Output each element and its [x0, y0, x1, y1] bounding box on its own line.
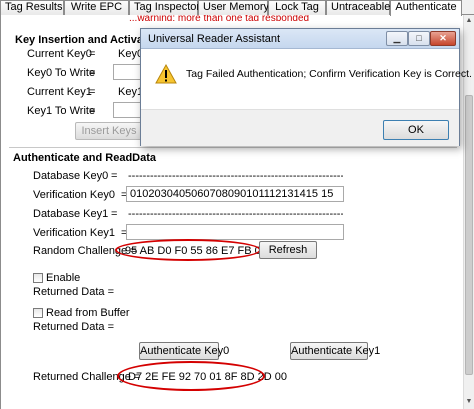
database-key1-eq: = — [111, 208, 118, 220]
tab-lock-tag[interactable]: Lock Tag — [268, 0, 326, 15]
scroll-thumb[interactable] — [465, 95, 473, 375]
close-icon[interactable]: ✕ — [430, 31, 456, 46]
message-dialog: Universal Reader Assistant ▁ □ ✕ Tag Fai… — [140, 28, 472, 146]
returned-challenge-value: D7 2E FE 92 70 01 8F 8D 2D 00 — [128, 371, 287, 383]
tab-tag-inspector[interactable]: Tag Inspector — [129, 0, 200, 15]
verification-key0-input[interactable]: 0102030405060708090101112131415 15 — [126, 186, 344, 202]
read-from-buffer-checkbox[interactable] — [33, 308, 43, 318]
section-divider — [9, 147, 457, 148]
database-key0-label: Database Key0 — [33, 170, 109, 182]
key1-to-write-eq: = — [89, 105, 96, 117]
refresh-button[interactable]: Refresh — [259, 241, 317, 259]
maximize-icon[interactable]: □ — [408, 31, 430, 46]
tab-authenticate[interactable]: Authenticate — [390, 0, 462, 16]
key1-to-write-input[interactable] — [113, 102, 143, 118]
returned-data-label-1: Returned Data = — [33, 286, 115, 298]
authenticate-key1-button[interactable]: Authenticate Key1 — [290, 342, 380, 360]
dialog-title-bar: Universal Reader Assistant ▁ □ ✕ — [141, 29, 459, 49]
returned-challenge-label: Returned Challenge = — [33, 371, 141, 383]
insert-keys-button[interactable]: Insert Keys — [75, 122, 143, 140]
key0-to-write-eq: = — [89, 67, 96, 79]
warning-text: ...warning: more than one tag responded — [129, 15, 310, 21]
dialog-body: Tag Failed Authentication; Confirm Verif… — [141, 49, 472, 109]
current-key0-label: Current Key0 — [27, 48, 92, 60]
verification-key1-input[interactable] — [126, 224, 344, 240]
authenticate-key0-button[interactable]: Authenticate Key0 — [139, 342, 229, 360]
tab-tag-results[interactable]: Tag Results — [0, 0, 64, 15]
key0-to-write-label: Key0 To Write — [27, 67, 96, 79]
tab-write-epc[interactable]: Write EPC — [64, 0, 129, 15]
tab-strip: Tag Results Write EPC Tag Inspector User… — [0, 0, 474, 16]
verification-key0-label: Verification Key0 — [33, 189, 115, 201]
dialog-title: Universal Reader Assistant — [148, 33, 281, 45]
key0-to-write-input[interactable] — [113, 64, 143, 80]
scroll-down-icon[interactable]: ▼ — [464, 397, 474, 407]
minimize-icon[interactable]: ▁ — [386, 31, 408, 46]
returned-data-label-2: Returned Data = — [33, 321, 115, 333]
verification-key1-label: Verification Key1 — [33, 227, 115, 239]
authenticate-title: Authenticate and ReadData — [13, 152, 157, 164]
ok-button[interactable]: OK — [383, 120, 449, 140]
dialog-message: Tag Failed Authentication; Confirm Verif… — [186, 68, 472, 80]
current-key0-eq: = — [89, 48, 96, 60]
dialog-footer: OK — [141, 109, 459, 146]
tab-user-memory[interactable]: User Memory — [198, 0, 269, 15]
tab-untraceable[interactable]: Untraceable — [326, 0, 390, 15]
database-key0-eq: = — [111, 170, 118, 182]
database-key1-label: Database Key1 — [33, 208, 109, 220]
database-key1-value: ----------------------------------------… — [128, 208, 343, 220]
scroll-up-icon[interactable]: ▲ — [464, 16, 474, 26]
current-key1-eq: = — [89, 86, 96, 98]
warning-icon — [155, 64, 177, 84]
key1-to-write-label: Key1 To Write — [27, 105, 96, 117]
read-from-buffer-label: Read from Buffer — [46, 307, 130, 319]
enable-checkbox[interactable] — [33, 273, 43, 283]
random-challenge-label: Random Challenge = — [33, 245, 137, 257]
current-key1-label: Current Key1 — [27, 86, 92, 98]
database-key0-value: ----------------------------------------… — [128, 170, 343, 182]
enable-label: Enable — [46, 272, 81, 284]
